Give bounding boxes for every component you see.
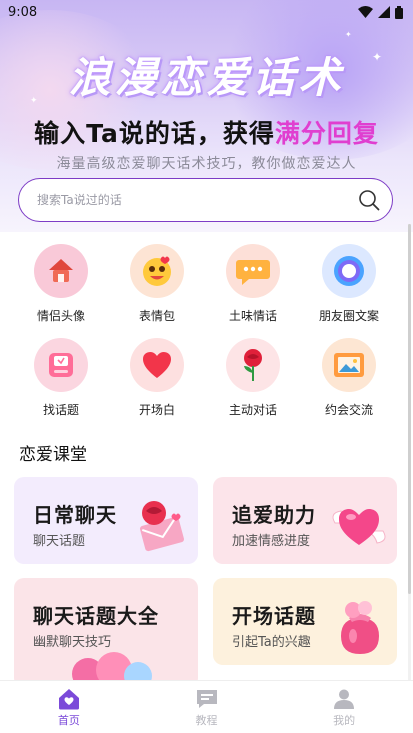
category-stickers[interactable]: 表情包: [109, 244, 205, 324]
hero-subtitle: 海量高级恋爱聊天话术技巧，教你做恋爱达人: [56, 156, 357, 172]
rose-envelope-icon: [139, 501, 185, 552]
headline-highlight: 满分回复: [274, 119, 379, 148]
category-label: 朋友圈文案: [318, 309, 379, 323]
hero-headline: 输入Ta说的话，获得满分回复: [0, 114, 413, 150]
moments-ring-icon: [322, 244, 376, 298]
profile-icon: [334, 689, 355, 709]
headline-prefix: 输入Ta说的话，获得: [34, 119, 275, 148]
search-icon[interactable]: [358, 189, 380, 211]
card-title: 追爱助力: [232, 503, 316, 527]
wifi-icon: [358, 6, 373, 18]
category-cheesy-lines[interactable]: 土味情话: [205, 244, 301, 324]
sparkle-icon: ✦: [345, 30, 352, 39]
card-title: 开场话题: [232, 604, 316, 628]
rose-icon: [226, 338, 280, 392]
emoji-face-icon: [130, 244, 184, 298]
status-icons: [358, 5, 403, 19]
app-screen: ✦ ✦ ✦ 9:08 浪漫恋爱话术 输入Ta说的话，获得满分回复 海量高级恋爱聊…: [0, 0, 413, 733]
tutorial-chat-icon: [196, 690, 217, 708]
category-label: 找话题: [42, 403, 79, 417]
home-icon: [58, 689, 79, 710]
category-find-topics[interactable]: 找话题: [13, 338, 109, 418]
tab-tutorial[interactable]: 教程: [138, 681, 276, 733]
status-time: 9:08: [8, 4, 38, 20]
bottom-tab-bar: 首页 教程 我的: [0, 680, 413, 733]
section-title: 恋爱课堂: [19, 445, 87, 465]
search-input[interactable]: [37, 193, 358, 207]
card-subtitle: 幽默聊天技巧: [33, 635, 112, 650]
card-chat-topics-collection[interactable]: 聊天话题大全 幽默聊天技巧: [14, 578, 198, 688]
card-subtitle: 引起Ta的兴趣: [232, 635, 311, 650]
category-label: 主动对话: [228, 403, 277, 417]
scrollbar-thumb[interactable]: [408, 224, 411, 594]
category-label: 表情包: [138, 309, 175, 323]
tab-profile[interactable]: 我的: [275, 681, 413, 733]
card-opening-topics[interactable]: 开场话题 引起Ta的兴趣: [213, 578, 397, 665]
gift-pouch-icon: [341, 601, 379, 654]
topic-box-icon: [34, 338, 88, 392]
tab-home[interactable]: 首页: [0, 681, 138, 733]
tab-label: 我的: [333, 714, 356, 727]
photo-frame-icon: [322, 338, 376, 392]
category-opening-lines[interactable]: 开场白: [109, 338, 205, 418]
card-daily-chat[interactable]: 日常聊天 聊天话题: [14, 477, 198, 564]
category-label: 开场白: [138, 403, 175, 417]
battery-icon: [395, 5, 403, 19]
card-title: 日常聊天: [33, 503, 117, 527]
chat-bubble-icon: [226, 244, 280, 298]
hero-title-art: 浪漫恋爱话术: [68, 53, 345, 102]
card-subtitle: 加速情感进度: [232, 534, 311, 549]
card-title: 聊天话题大全: [33, 604, 159, 628]
category-label: 情侣头像: [36, 309, 85, 323]
status-bar: 9:08: [0, 0, 413, 24]
heart-icon: [130, 338, 184, 392]
search-bar[interactable]: [18, 178, 393, 222]
category-moments-copy[interactable]: 朋友圈文案: [301, 244, 397, 324]
category-dating-talk[interactable]: 约会交流: [301, 338, 397, 418]
category-start-conversation[interactable]: 主动对话: [205, 338, 301, 418]
category-label: 土味情话: [228, 309, 277, 323]
house-avatar-icon: [34, 244, 88, 298]
card-love-boost[interactable]: 追爱助力 加速情感进度: [213, 477, 397, 564]
signal-icon: [378, 6, 390, 18]
category-couple-avatar[interactable]: 情侣头像: [13, 244, 109, 324]
category-label: 约会交流: [324, 403, 373, 417]
card-subtitle: 聊天话题: [33, 534, 86, 549]
tab-label: 首页: [57, 714, 80, 727]
tab-label: 教程: [195, 714, 218, 727]
winged-heart-icon: [332, 509, 386, 545]
